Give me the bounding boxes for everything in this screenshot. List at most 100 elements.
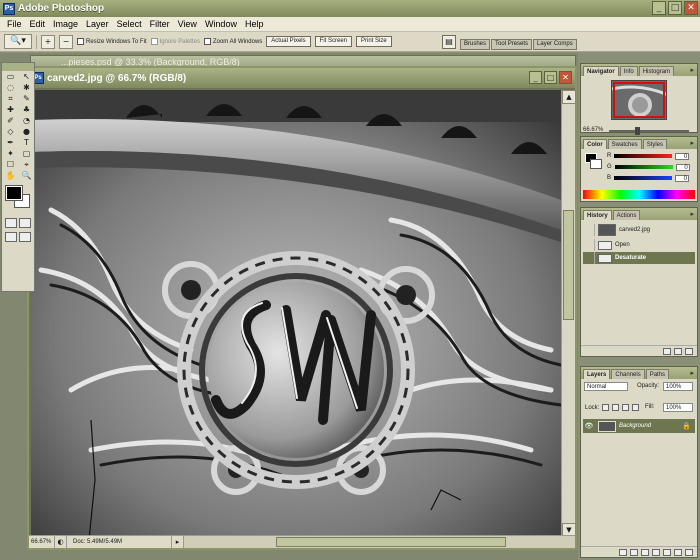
zoom-tool-box-icon[interactable]: 🔍 — [19, 171, 34, 181]
history-brush-tool-icon[interactable]: ◔ — [19, 116, 34, 126]
blue-slider[interactable]: B 0 — [607, 174, 690, 182]
zoom-in-icon[interactable]: + — [41, 34, 55, 49]
opacity-field[interactable]: 100% — [663, 382, 693, 391]
fit-screen-button[interactable]: Fit Screen — [314, 36, 352, 47]
menu-image[interactable]: Image — [49, 19, 82, 29]
navigator-thumbnail[interactable] — [611, 80, 667, 120]
status-info-icon[interactable]: ◐ — [55, 536, 67, 548]
minimize-button[interactable]: _ — [652, 1, 666, 15]
paint-bucket-tool-icon[interactable]: ● — [19, 127, 34, 137]
lock-all-icon[interactable] — [632, 404, 640, 411]
color-spectrum-bar[interactable] — [583, 190, 695, 199]
eraser-tool-icon[interactable]: ◇ — [3, 127, 18, 137]
brush-tool-icon[interactable]: ♣ — [19, 105, 34, 115]
tab-actions[interactable]: Actions — [612, 210, 641, 220]
menu-select[interactable]: Select — [113, 19, 146, 29]
new-document-icon[interactable] — [663, 347, 671, 355]
doc-maximize-button[interactable]: □ — [544, 71, 557, 84]
history-snapshot[interactable]: carved2.jpg — [583, 224, 695, 236]
lock-image-icon[interactable] — [612, 404, 620, 411]
menu-help[interactable]: Help — [241, 19, 268, 29]
panel-menu-icon[interactable]: ▸ — [690, 210, 694, 218]
history-source-checkbox[interactable] — [583, 224, 595, 236]
tab-layers[interactable]: Layers — [583, 369, 611, 379]
image-canvas[interactable] — [31, 90, 561, 537]
menu-view[interactable]: View — [174, 19, 201, 29]
menu-layer[interactable]: Layer — [82, 19, 113, 29]
tab-history[interactable]: History — [583, 210, 612, 220]
vertical-scrollbar[interactable]: ▲ ▼ — [561, 90, 576, 537]
status-menu-icon[interactable]: ▸ — [172, 536, 184, 548]
actual-pixels-button[interactable]: Actual Pixels — [266, 36, 311, 47]
scroll-up-button[interactable]: ▲ — [562, 90, 576, 104]
blue-value[interactable]: 0 — [675, 174, 690, 182]
foreground-color-swatch[interactable] — [5, 185, 23, 201]
ignore-palettes-checkbox[interactable]: Ignore Palettes — [150, 38, 200, 45]
well-tab-brushes[interactable]: Brushes — [460, 39, 491, 50]
healing-brush-tool-icon[interactable]: ✚ — [3, 105, 18, 115]
history-item[interactable]: Open — [583, 239, 695, 251]
trash-icon[interactable] — [685, 347, 693, 355]
red-value[interactable]: 0 — [675, 152, 690, 160]
delete-layer-icon[interactable] — [685, 548, 693, 556]
green-bar[interactable] — [614, 165, 673, 169]
fill-field[interactable]: 100% — [663, 403, 693, 412]
zoom-level-field[interactable]: 66.67% — [29, 536, 55, 548]
red-bar[interactable] — [614, 154, 673, 158]
move-tool-icon[interactable]: ↖ — [19, 72, 34, 82]
notes-tool-icon[interactable]: ☐ — [3, 160, 18, 170]
vertical-scroll-thumb[interactable] — [563, 210, 574, 320]
crop-tool-icon[interactable]: ⌗ — [3, 94, 18, 104]
maximize-button[interactable]: □ — [668, 1, 682, 15]
magic-wand-tool-icon[interactable]: ✱ — [19, 83, 34, 93]
layer-mask-icon[interactable] — [641, 548, 649, 556]
horizontal-scroll-thumb[interactable] — [276, 537, 506, 547]
eyedropper-tool-icon[interactable]: ⌖ — [19, 160, 34, 170]
history-item[interactable]: Desaturate — [583, 252, 695, 264]
green-value[interactable]: 0 — [675, 163, 690, 171]
menu-window[interactable]: Window — [201, 19, 241, 29]
lock-position-icon[interactable] — [622, 404, 630, 411]
new-snapshot-icon[interactable] — [674, 347, 682, 355]
panel-menu-icon[interactable]: ▸ — [690, 369, 694, 377]
color-bg-swatch[interactable] — [590, 159, 602, 169]
layer-row-background[interactable]: 👁 Background 🔒 — [583, 419, 695, 433]
marquee-tool-icon[interactable]: ▭ — [3, 72, 18, 82]
history-source-checkbox[interactable] — [583, 252, 595, 264]
tab-swatches[interactable]: Swatches — [607, 139, 642, 149]
path-selection-tool-icon[interactable]: ✦ — [3, 149, 18, 159]
adjustment-layer-icon[interactable] — [652, 548, 660, 556]
well-tab-layer-comps[interactable]: Layer Comps — [533, 39, 577, 50]
navigator-zoom[interactable]: 66.67% — [583, 127, 603, 133]
slice-tool-icon[interactable]: ✎ — [19, 94, 34, 104]
hand-tool-icon[interactable]: ✋ — [3, 171, 18, 181]
tab-info[interactable]: Info — [619, 66, 638, 76]
menu-edit[interactable]: Edit — [26, 19, 50, 29]
tab-channels[interactable]: Channels — [611, 369, 645, 379]
standard-mode-icon[interactable] — [5, 218, 17, 228]
close-button[interactable]: ✕ — [684, 1, 698, 15]
zoom-all-windows-checkbox[interactable]: Zoom All Windows — [203, 38, 262, 45]
tab-histogram[interactable]: Histogram — [638, 66, 675, 76]
pen-tool-icon[interactable]: ✒ — [3, 138, 18, 148]
resize-windows-checkbox[interactable]: Resize Windows To Fit — [77, 38, 147, 45]
blue-bar[interactable] — [614, 176, 673, 180]
new-group-icon[interactable] — [663, 548, 671, 556]
toolbox-header[interactable] — [2, 63, 34, 71]
screen-mode-full-icon[interactable] — [19, 232, 31, 242]
zoom-tool-icon[interactable]: 🔍▾ — [4, 34, 32, 49]
eye-icon[interactable]: 👁 — [583, 422, 595, 430]
layer-style-icon[interactable] — [630, 548, 638, 556]
menu-filter[interactable]: Filter — [146, 19, 174, 29]
green-slider[interactable]: G 0 — [607, 163, 690, 171]
quick-mask-mode-icon[interactable] — [19, 218, 31, 228]
lock-transparent-icon[interactable] — [602, 404, 610, 411]
document-title-bar[interactable]: Ps carved2.jpg @ 66.7% (RGB/8) _ □ ✕ — [29, 68, 575, 88]
panel-menu-icon[interactable]: ▸ — [690, 139, 694, 147]
tab-color[interactable]: Color — [583, 139, 607, 149]
zoom-out-icon[interactable]: − — [59, 34, 73, 49]
panel-menu-icon[interactable]: ▸ — [690, 66, 694, 74]
new-layer-icon[interactable] — [674, 548, 682, 556]
tab-navigator[interactable]: Navigator — [583, 66, 619, 76]
clone-stamp-tool-icon[interactable]: ✐ — [3, 116, 18, 126]
